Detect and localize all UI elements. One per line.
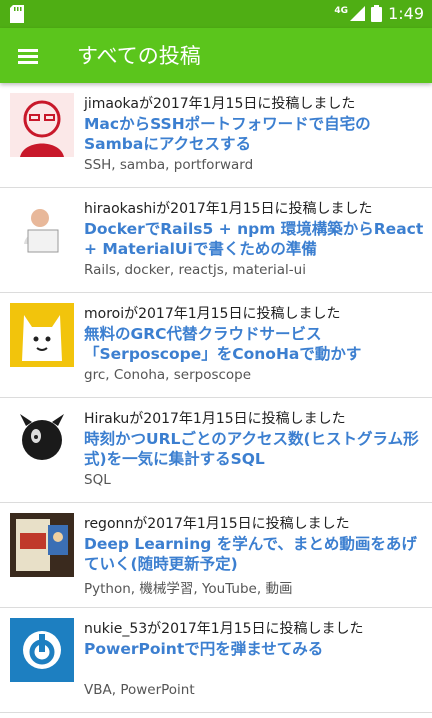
post-meta: moroiが2017年1月15日に投稿しました	[84, 306, 341, 322]
sd-card-icon	[10, 5, 24, 23]
list-item[interactable]: regonnが2017年1月15日に投稿しました Deep Learning を…	[0, 503, 432, 608]
post-tags: Python, 機械学習, YouTube, 動画	[84, 581, 293, 597]
post-tags: VBA, PowerPoint	[84, 682, 195, 698]
status-bar: 4G 1:49	[0, 0, 432, 28]
post-tags: Rails, docker, reactjs, material-ui	[84, 262, 306, 278]
post-meta: hiraokashiが2017年1月15日に投稿しました	[84, 201, 373, 217]
avatar[interactable]	[10, 618, 74, 682]
post-meta: Hirakuが2017年1月15日に投稿しました	[84, 411, 346, 427]
post-title-link[interactable]: 時刻かつURLごとのアクセス数(ヒストグラム形式)を一気に集計するSQL	[84, 429, 424, 469]
list-item[interactable]: hiraokashiが2017年1月15日に投稿しました DockerでRail…	[0, 188, 432, 293]
app-bar: すべての投稿	[0, 28, 432, 83]
clock: 1:49	[388, 4, 424, 23]
list-item[interactable]: nukie_53が2017年1月15日に投稿しました PowerPointで円を…	[0, 608, 432, 713]
post-meta: jimaokaが2017年1月15日に投稿しました	[84, 96, 356, 112]
network-type: 4G	[334, 5, 349, 16]
post-title-link[interactable]: PowerPointで円を弾ませてみる	[84, 639, 424, 659]
signal-icon	[350, 6, 366, 21]
list-item[interactable]: jimaokaが2017年1月15日に投稿しました MacからSSHポートフォワ…	[0, 83, 432, 188]
avatar[interactable]	[10, 303, 74, 367]
list-item[interactable]: Hirakuが2017年1月15日に投稿しました 時刻かつURLごとのアクセス数…	[0, 398, 432, 503]
post-list: jimaokaが2017年1月15日に投稿しました MacからSSHポートフォワ…	[0, 83, 432, 713]
battery-icon	[371, 5, 383, 22]
post-meta: nukie_53が2017年1月15日に投稿しました	[84, 621, 364, 637]
post-tags: grc, Conoha, serposcope	[84, 367, 252, 383]
avatar[interactable]	[10, 198, 74, 262]
avatar[interactable]	[10, 513, 74, 577]
hamburger-menu-icon[interactable]	[14, 42, 42, 70]
post-title-link[interactable]: MacからSSHポートフォワードで自宅のSambaにアクセスする	[84, 114, 424, 154]
status-icons: 4G 1:49	[334, 4, 424, 23]
post-title-link[interactable]: 無料のGRC代替クラウドサービス「Serposcope」をConoHaで動かす	[84, 324, 424, 364]
list-item[interactable]: moroiが2017年1月15日に投稿しました 無料のGRC代替クラウドサービス…	[0, 293, 432, 398]
avatar[interactable]	[10, 93, 74, 157]
post-tags: SSH, samba, portforward	[84, 157, 254, 173]
post-tags: SQL	[84, 472, 111, 488]
post-title-link[interactable]: DockerでRails5 + npm 環境構築からReact + Materi…	[84, 219, 424, 259]
avatar[interactable]	[10, 408, 74, 472]
post-meta: regonnが2017年1月15日に投稿しました	[84, 516, 350, 532]
post-title-link[interactable]: Deep Learning を学んで、まとめ動画をあげていく(随時更新予定)	[84, 534, 424, 574]
page-title: すべての投稿	[77, 44, 201, 68]
